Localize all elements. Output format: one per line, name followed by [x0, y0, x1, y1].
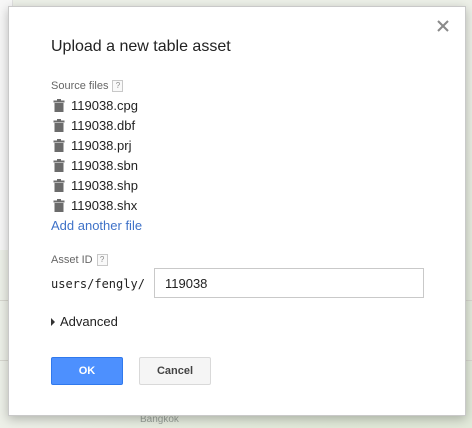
help-icon[interactable]: ?	[96, 254, 108, 266]
upload-table-asset-dialog: Upload a new table asset Source files ? …	[8, 6, 466, 416]
source-file-item: 119038.sbn	[53, 155, 138, 175]
close-icon[interactable]	[435, 18, 451, 34]
source-file-name: 119038.shx	[71, 197, 138, 213]
trash-icon[interactable]	[53, 198, 65, 212]
trash-icon[interactable]	[53, 98, 65, 112]
source-file-item: 119038.cpg	[53, 95, 138, 115]
source-file-name: 119038.dbf	[71, 117, 136, 133]
source-file-name: 119038.cpg	[71, 97, 138, 113]
source-file-item: 119038.dbf	[53, 115, 138, 135]
source-file-name: 119038.prj	[71, 137, 132, 153]
asset-id-label-row: Asset ID ?	[51, 254, 108, 266]
caret-right-icon	[51, 317, 55, 326]
trash-icon[interactable]	[53, 118, 65, 132]
source-file-item: 119038.prj	[53, 135, 138, 155]
trash-icon[interactable]	[53, 138, 65, 152]
source-file-name: 119038.sbn	[71, 157, 138, 173]
source-files-label-row: Source files ?	[51, 80, 124, 92]
source-file-item: 119038.shx	[53, 195, 138, 215]
add-another-file-link[interactable]: Add another file	[51, 218, 142, 233]
help-icon[interactable]: ?	[112, 80, 124, 92]
source-file-item: 119038.shp	[53, 175, 138, 195]
advanced-toggle[interactable]: Advanced	[51, 314, 118, 329]
asset-id-input[interactable]	[154, 268, 424, 298]
trash-icon[interactable]	[53, 178, 65, 192]
trash-icon[interactable]	[53, 158, 65, 172]
ok-button[interactable]: OK	[51, 357, 123, 385]
asset-id-label: Asset ID	[51, 254, 93, 266]
source-file-name: 119038.shp	[71, 177, 138, 193]
advanced-label: Advanced	[60, 314, 118, 329]
cancel-button[interactable]: Cancel	[139, 357, 211, 385]
asset-id-prefix: users/fengly/	[51, 277, 145, 291]
dialog-title: Upload a new table asset	[51, 38, 231, 55]
source-files-label: Source files	[51, 80, 109, 92]
source-file-list: 119038.cpg 119038.dbf 119038.prj 119038.sbn…	[53, 95, 138, 215]
